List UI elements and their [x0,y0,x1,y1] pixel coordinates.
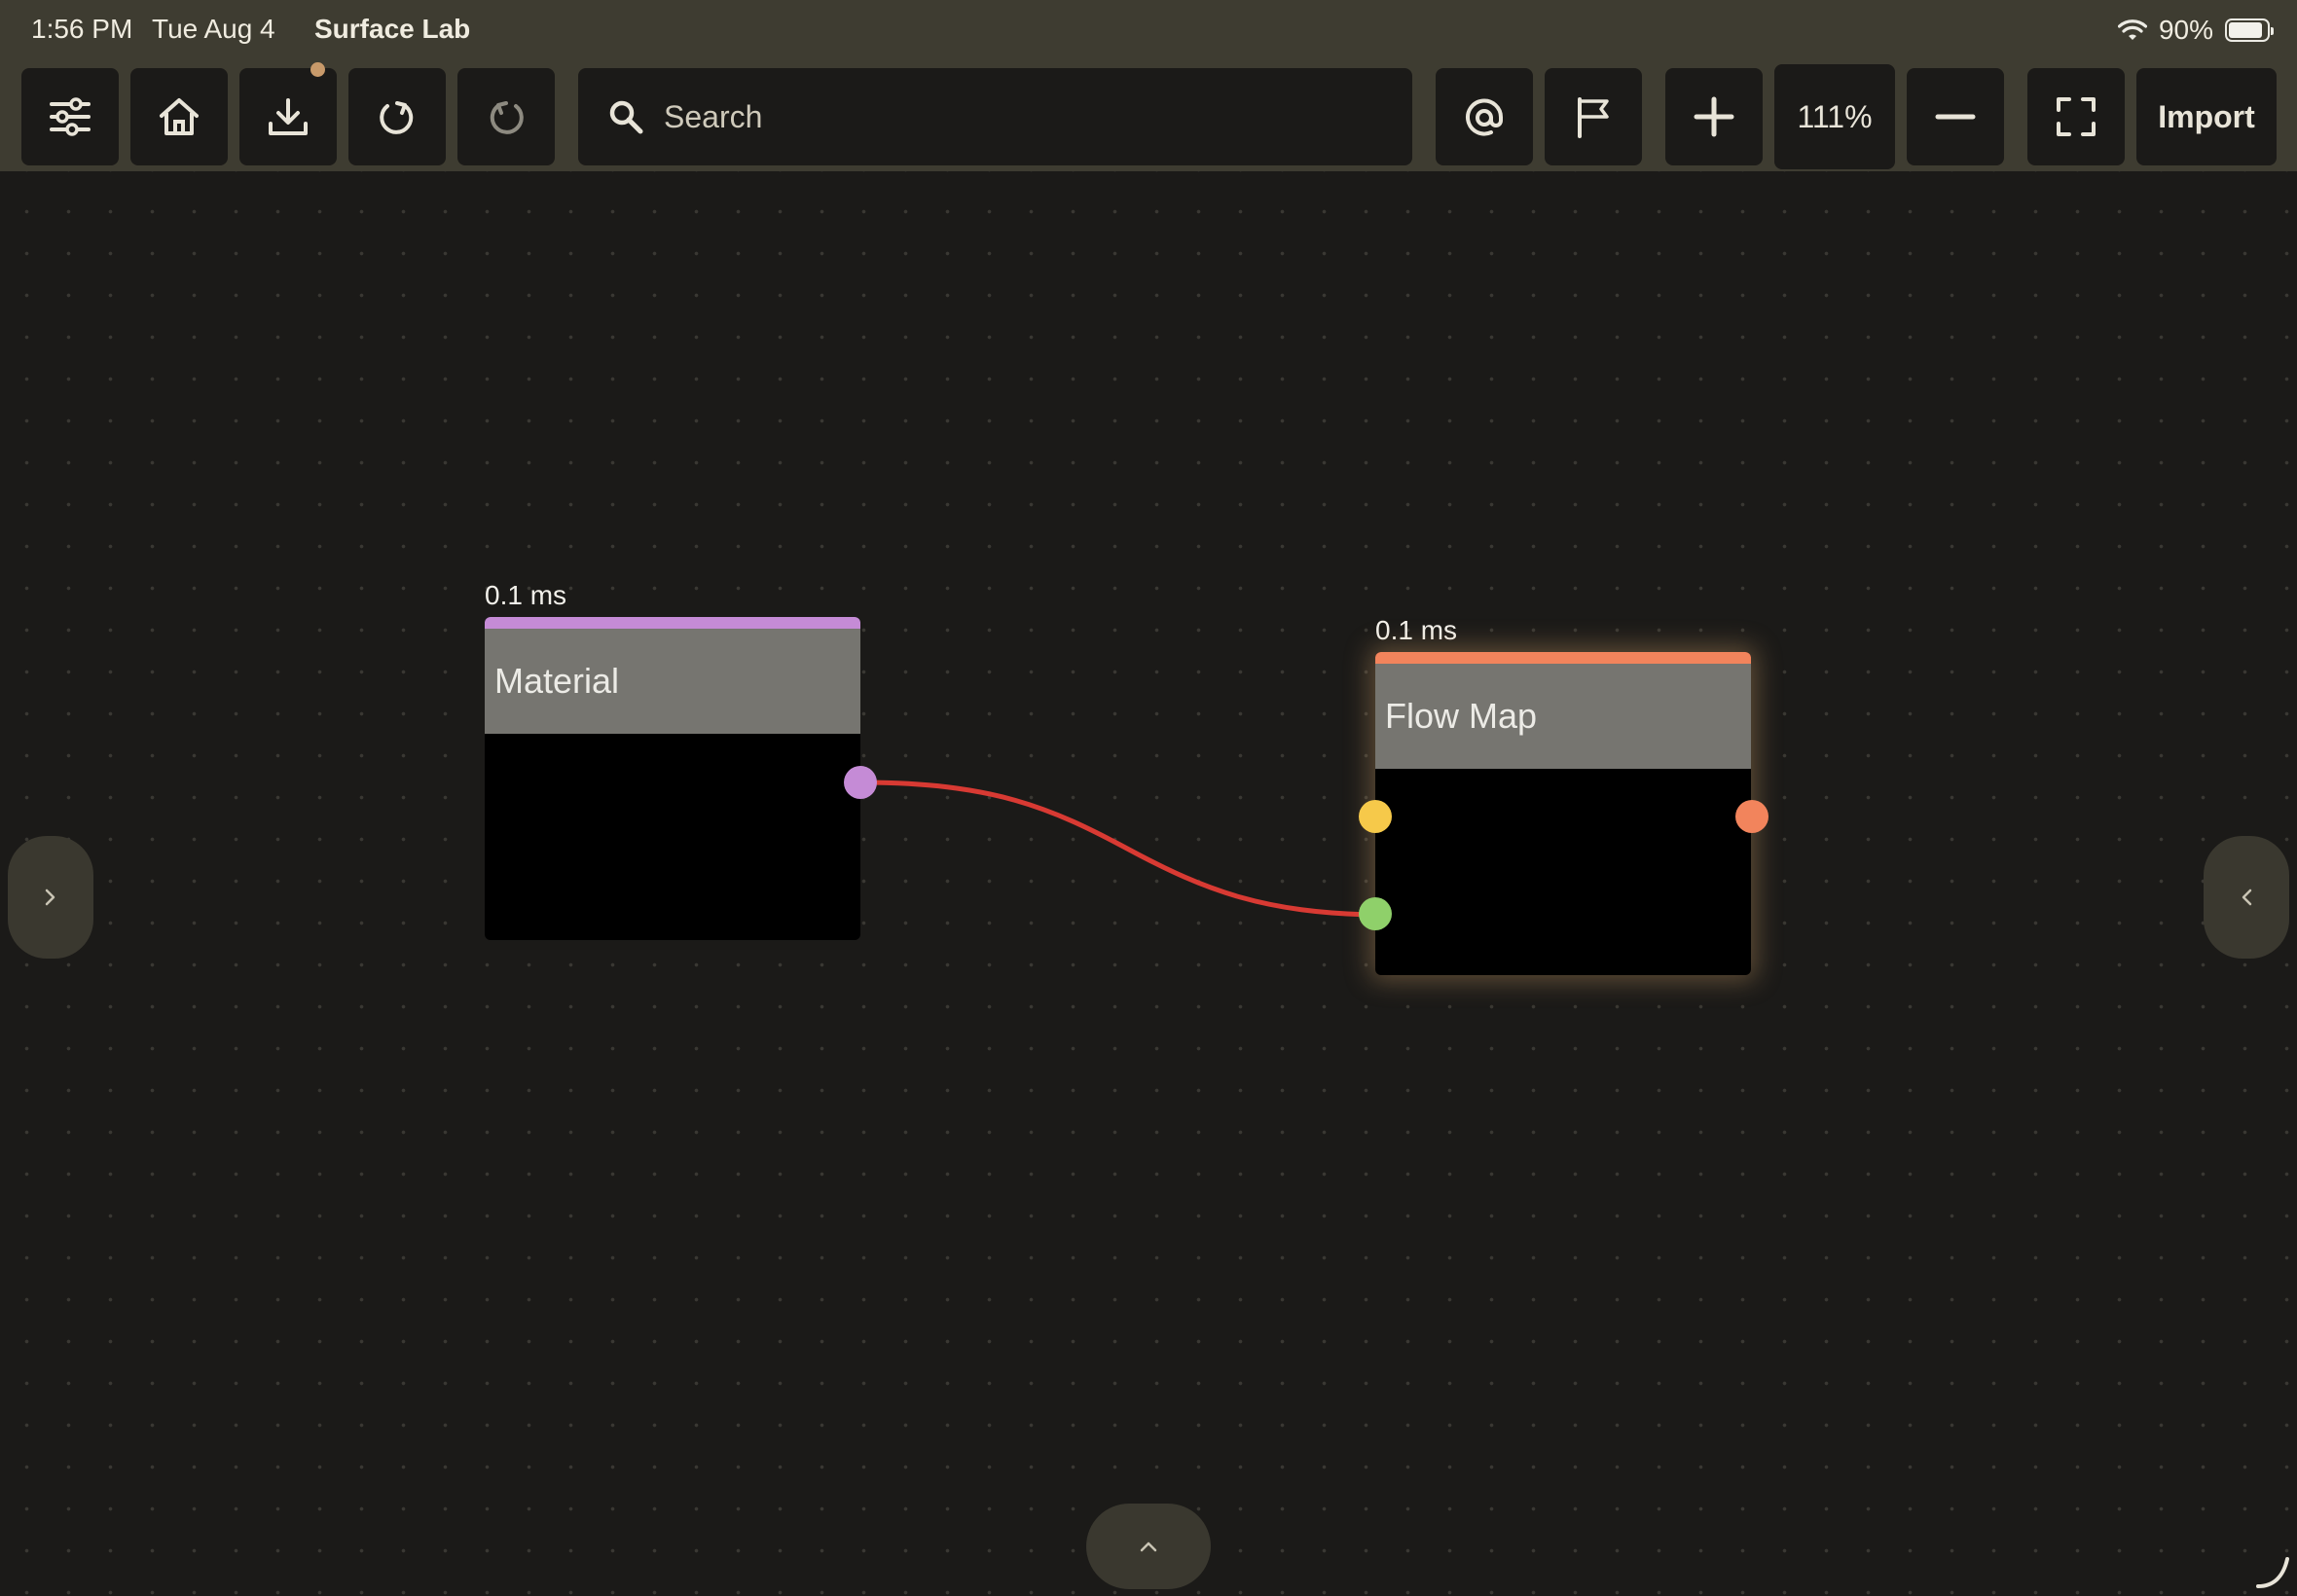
settings-button[interactable] [21,68,119,165]
node-material-title: Material [494,661,620,701]
search-input[interactable]: Search [578,68,1412,165]
flag-icon [1578,97,1609,138]
node-flowmap-header[interactable]: Flow Map [1375,664,1751,769]
node-flowmap-time: 0.1 ms [1375,615,1458,645]
node-material-time: 0.1 ms [485,580,567,610]
flowmap-output-port[interactable] [1735,800,1768,833]
download-icon [269,98,308,135]
material-output-port[interactable] [844,766,877,799]
fullscreen-button[interactable] [2027,68,2125,165]
node-accent-stripe [1375,652,1751,664]
flag-button[interactable] [1545,68,1642,165]
app-root: 1:56 PM Tue Aug 4 Surface Lab 90% Search… [0,0,2297,1596]
sliders-icon [50,97,91,136]
zoom-level-display[interactable]: 111% [1774,64,1895,169]
status-date: Tue Aug 4 [152,14,275,44]
node-canvas[interactable] [0,171,2297,1596]
battery-percent: 90% [2158,15,2213,45]
chevron-right-icon [45,889,55,906]
minus-icon [1935,114,1976,120]
mention-button[interactable] [1436,68,1533,165]
download-button[interactable] [239,62,337,165]
redo-button[interactable] [348,68,446,165]
home-icon [160,98,199,135]
redo-icon [380,101,414,134]
search-icon [609,100,643,134]
right-panel-toggle[interactable] [2204,836,2289,959]
status-time: 1:56 PM [31,14,133,44]
import-label: Import [2158,98,2255,134]
flowmap-input-port-2[interactable] [1359,897,1392,930]
resize-handle-icon[interactable] [2254,1553,2291,1590]
zoom-level: 111% [1797,98,1873,134]
flowmap-input-port-1[interactable] [1359,800,1392,833]
wifi-icon [2117,19,2147,40]
import-button[interactable]: Import [2136,68,2277,165]
at-icon [1466,98,1504,136]
chevron-up-icon [1140,1542,1157,1552]
node-accent-stripe [485,617,860,629]
zoom-out-button[interactable] [1907,68,2004,165]
undo-button[interactable] [457,68,555,165]
node-flow-map[interactable]: Flow Map [1375,652,1751,975]
top-bar: 1:56 PM Tue Aug 4 Surface Lab 90% Search… [0,0,2297,171]
status-indicators: 90% [2117,14,2274,47]
node-flowmap-title: Flow Map [1385,696,1538,736]
notification-dot [310,62,325,77]
battery-icon [2225,18,2274,42]
bottom-panel-toggle[interactable] [1086,1504,1211,1589]
node-material[interactable]: Material [485,617,860,940]
status-app-name: Surface Lab [314,14,471,44]
undo-icon [490,101,524,134]
plus-icon [1694,96,1734,137]
node-material-header[interactable]: Material [485,629,860,734]
left-panel-toggle[interactable] [8,836,93,959]
search-placeholder: Search [664,98,763,134]
zoom-in-button[interactable] [1665,68,1763,165]
chevron-left-icon [2242,889,2252,906]
fullscreen-icon [2057,97,2096,136]
home-button[interactable] [130,68,228,165]
